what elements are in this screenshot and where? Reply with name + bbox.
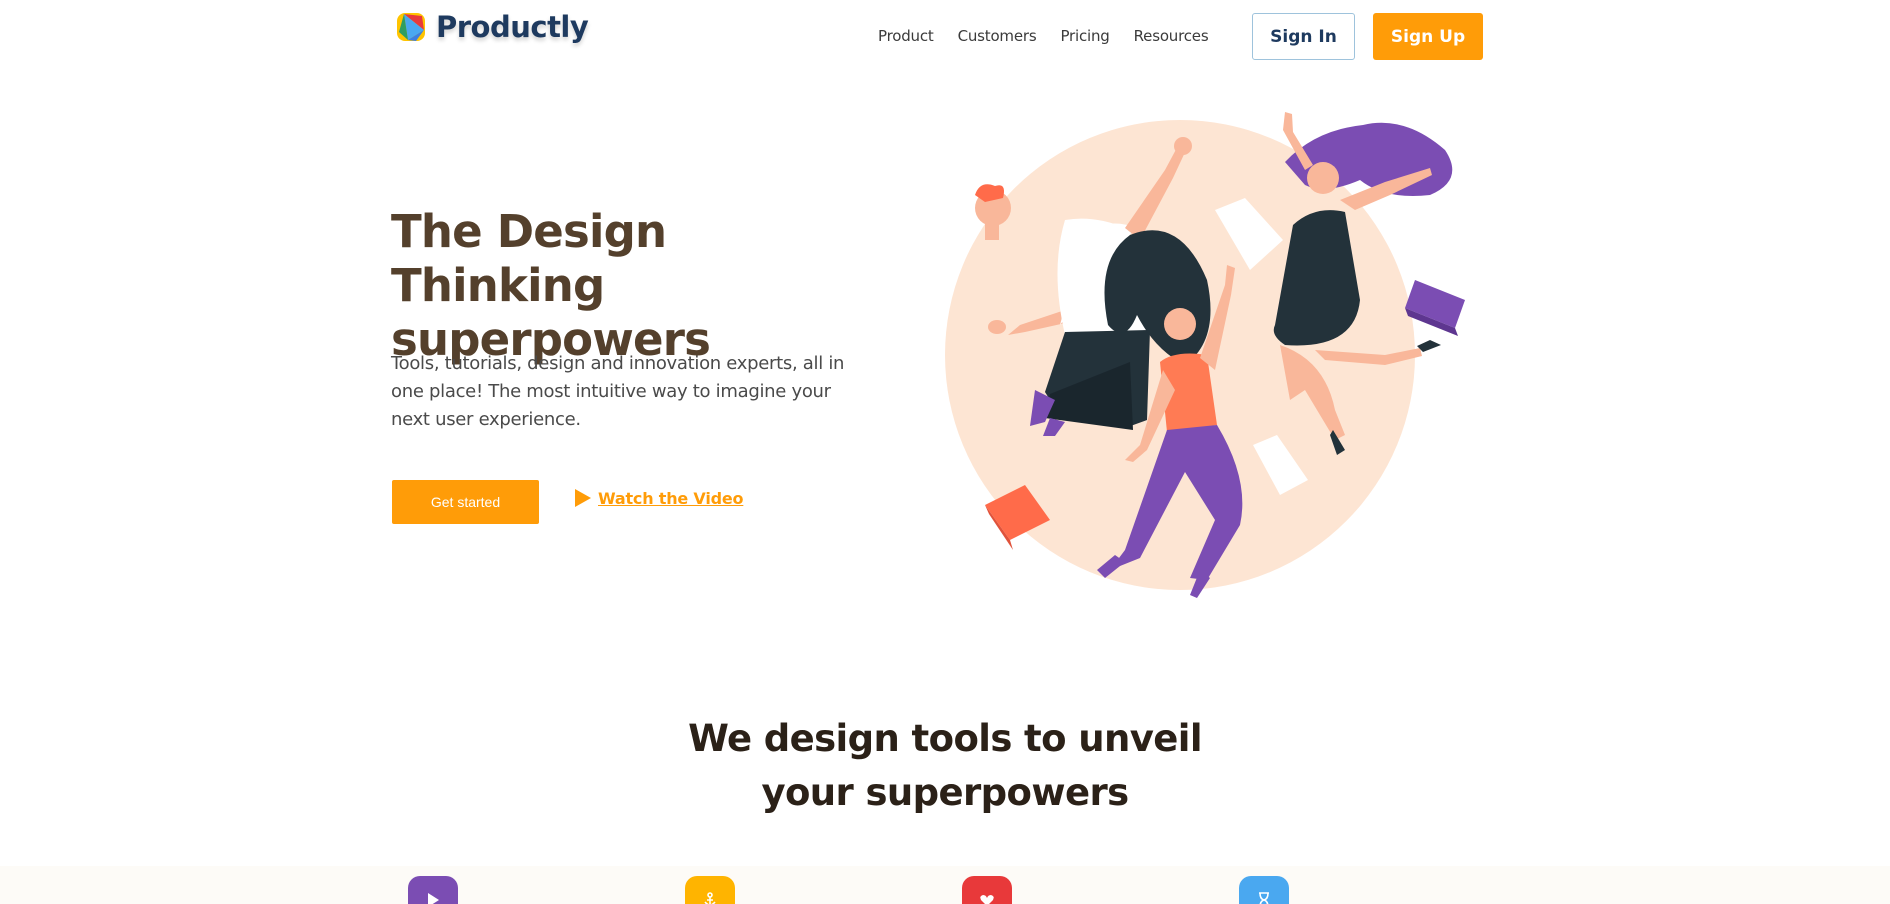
hero-illustration — [945, 112, 1465, 598]
anchor-icon — [704, 892, 716, 904]
feature-heart-tile — [962, 876, 1012, 904]
sign-in-button[interactable]: Sign In — [1252, 13, 1355, 60]
logo-icon — [397, 13, 425, 41]
section-title-line2: your superpowers — [761, 771, 1129, 814]
nav-product[interactable]: Product — [878, 27, 934, 45]
main-nav: Product Customers Pricing Resources — [878, 27, 1232, 45]
logo-text: Productly — [436, 10, 589, 44]
section-title-line1: We design tools to unveil — [688, 717, 1202, 760]
logo[interactable]: Productly — [396, 10, 589, 44]
get-started-button[interactable]: Get started — [392, 480, 539, 524]
hero-title-line1: The Design Thinking — [391, 205, 667, 312]
feature-hourglass-tile — [1239, 876, 1289, 904]
nav-pricing[interactable]: Pricing — [1060, 27, 1109, 45]
play-icon — [428, 893, 439, 904]
site-header: Productly Product Customers Pricing Reso… — [0, 0, 1890, 72]
hero-title: The Design Thinking superpowers — [391, 205, 891, 367]
watch-video-link[interactable]: Watch the Video — [574, 488, 744, 508]
nav-resources[interactable]: Resources — [1134, 27, 1209, 45]
features-strip — [0, 866, 1890, 904]
hero-subtitle: Tools, tutorials, design and innovation … — [391, 353, 845, 430]
purple-book — [1405, 280, 1465, 336]
nav-customers[interactable]: Customers — [958, 27, 1037, 45]
play-icon — [575, 489, 591, 507]
feature-play-tile — [408, 876, 458, 904]
heart-icon — [980, 895, 994, 904]
watch-video-label: Watch the Video — [598, 488, 744, 508]
feature-anchor-tile — [685, 876, 735, 904]
sign-up-button[interactable]: Sign Up — [1373, 13, 1483, 60]
hourglass-icon — [1259, 892, 1269, 904]
features-section-title: We design tools to unveil your superpowe… — [0, 712, 1890, 820]
